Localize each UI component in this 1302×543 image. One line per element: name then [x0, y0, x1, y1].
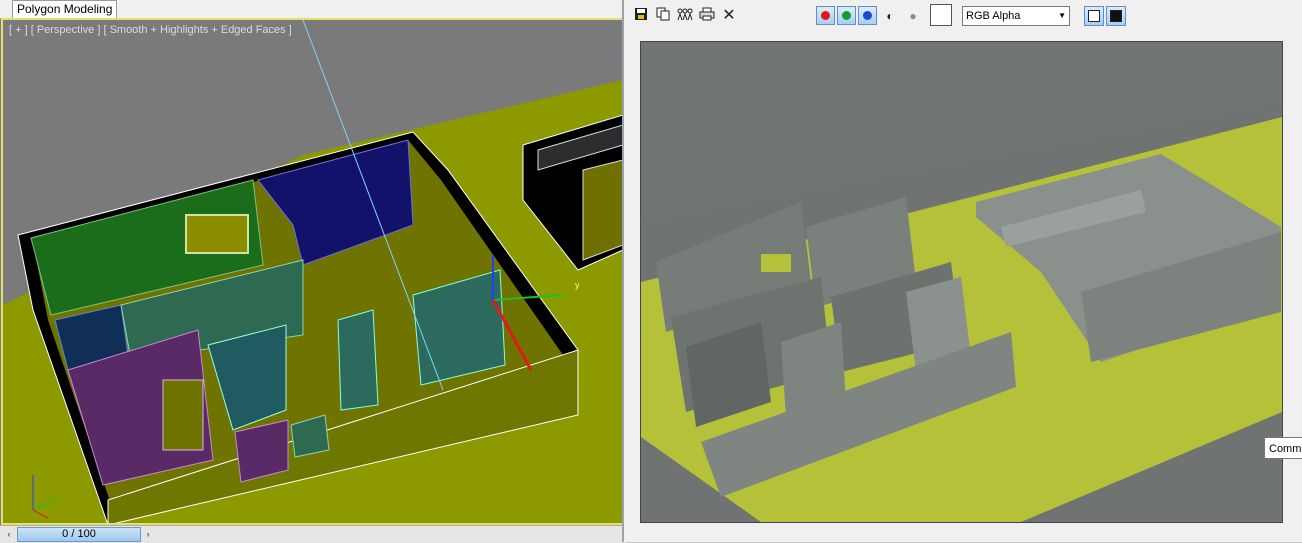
toggle-ui-button[interactable] — [1106, 6, 1126, 26]
save-icon[interactable] — [632, 7, 650, 25]
channel-select-value: RGB Alpha — [966, 10, 1021, 22]
viewport-scene: y — [3, 20, 623, 523]
polygon-modeling-tab[interactable]: Polygon Modeling — [12, 0, 118, 18]
ribbon-tab-bar: Polygon Modeling — [0, 0, 626, 19]
time-slider-handle[interactable]: 0 / 100 — [17, 527, 141, 542]
render-toolbar: ✕ ◐ ● RGB Alpha ▼ — [624, 0, 1302, 32]
alpha-channel-icon[interactable]: ● — [904, 7, 922, 25]
svg-text:y: y — [575, 280, 580, 290]
rendered-image — [640, 41, 1283, 523]
blue-channel-toggle[interactable] — [858, 6, 877, 25]
print-icon[interactable] — [698, 7, 716, 25]
mono-channel-icon[interactable]: ◐ — [881, 7, 899, 25]
toggle-ui-overlay-button[interactable] — [1084, 6, 1104, 26]
time-slider-next-button[interactable]: › — [143, 528, 153, 540]
clear-icon[interactable]: ✕ — [720, 7, 738, 25]
red-channel-toggle[interactable] — [816, 6, 835, 25]
chevron-down-icon: ▼ — [1058, 11, 1066, 20]
viewport-label[interactable]: [ + ] [ Perspective ] [ Smooth + Highlig… — [9, 24, 292, 36]
green-channel-toggle[interactable] — [837, 6, 856, 25]
clone-icon[interactable] — [676, 7, 694, 25]
color-swatch[interactable] — [930, 4, 952, 26]
channel-display-select[interactable]: RGB Alpha ▼ — [962, 6, 1070, 26]
copy-icon[interactable] — [654, 7, 672, 25]
rendered-frame-window[interactable]: ✕ ◐ ● RGB Alpha ▼ Comm — [622, 0, 1302, 542]
time-slider-prev-button[interactable]: ‹ — [4, 528, 14, 540]
tooltip: Comm — [1264, 437, 1302, 459]
perspective-viewport[interactable]: Polygon Modeling y [+] [Perspective]… — [0, 0, 626, 543]
viewport-canvas[interactable]: y [ + ] [ Perspective ] [ Smooth + Highl… — [1, 18, 625, 525]
rendered-scene — [641, 42, 1282, 522]
time-slider[interactable]: ‹ 0 / 100 › — [0, 525, 626, 543]
